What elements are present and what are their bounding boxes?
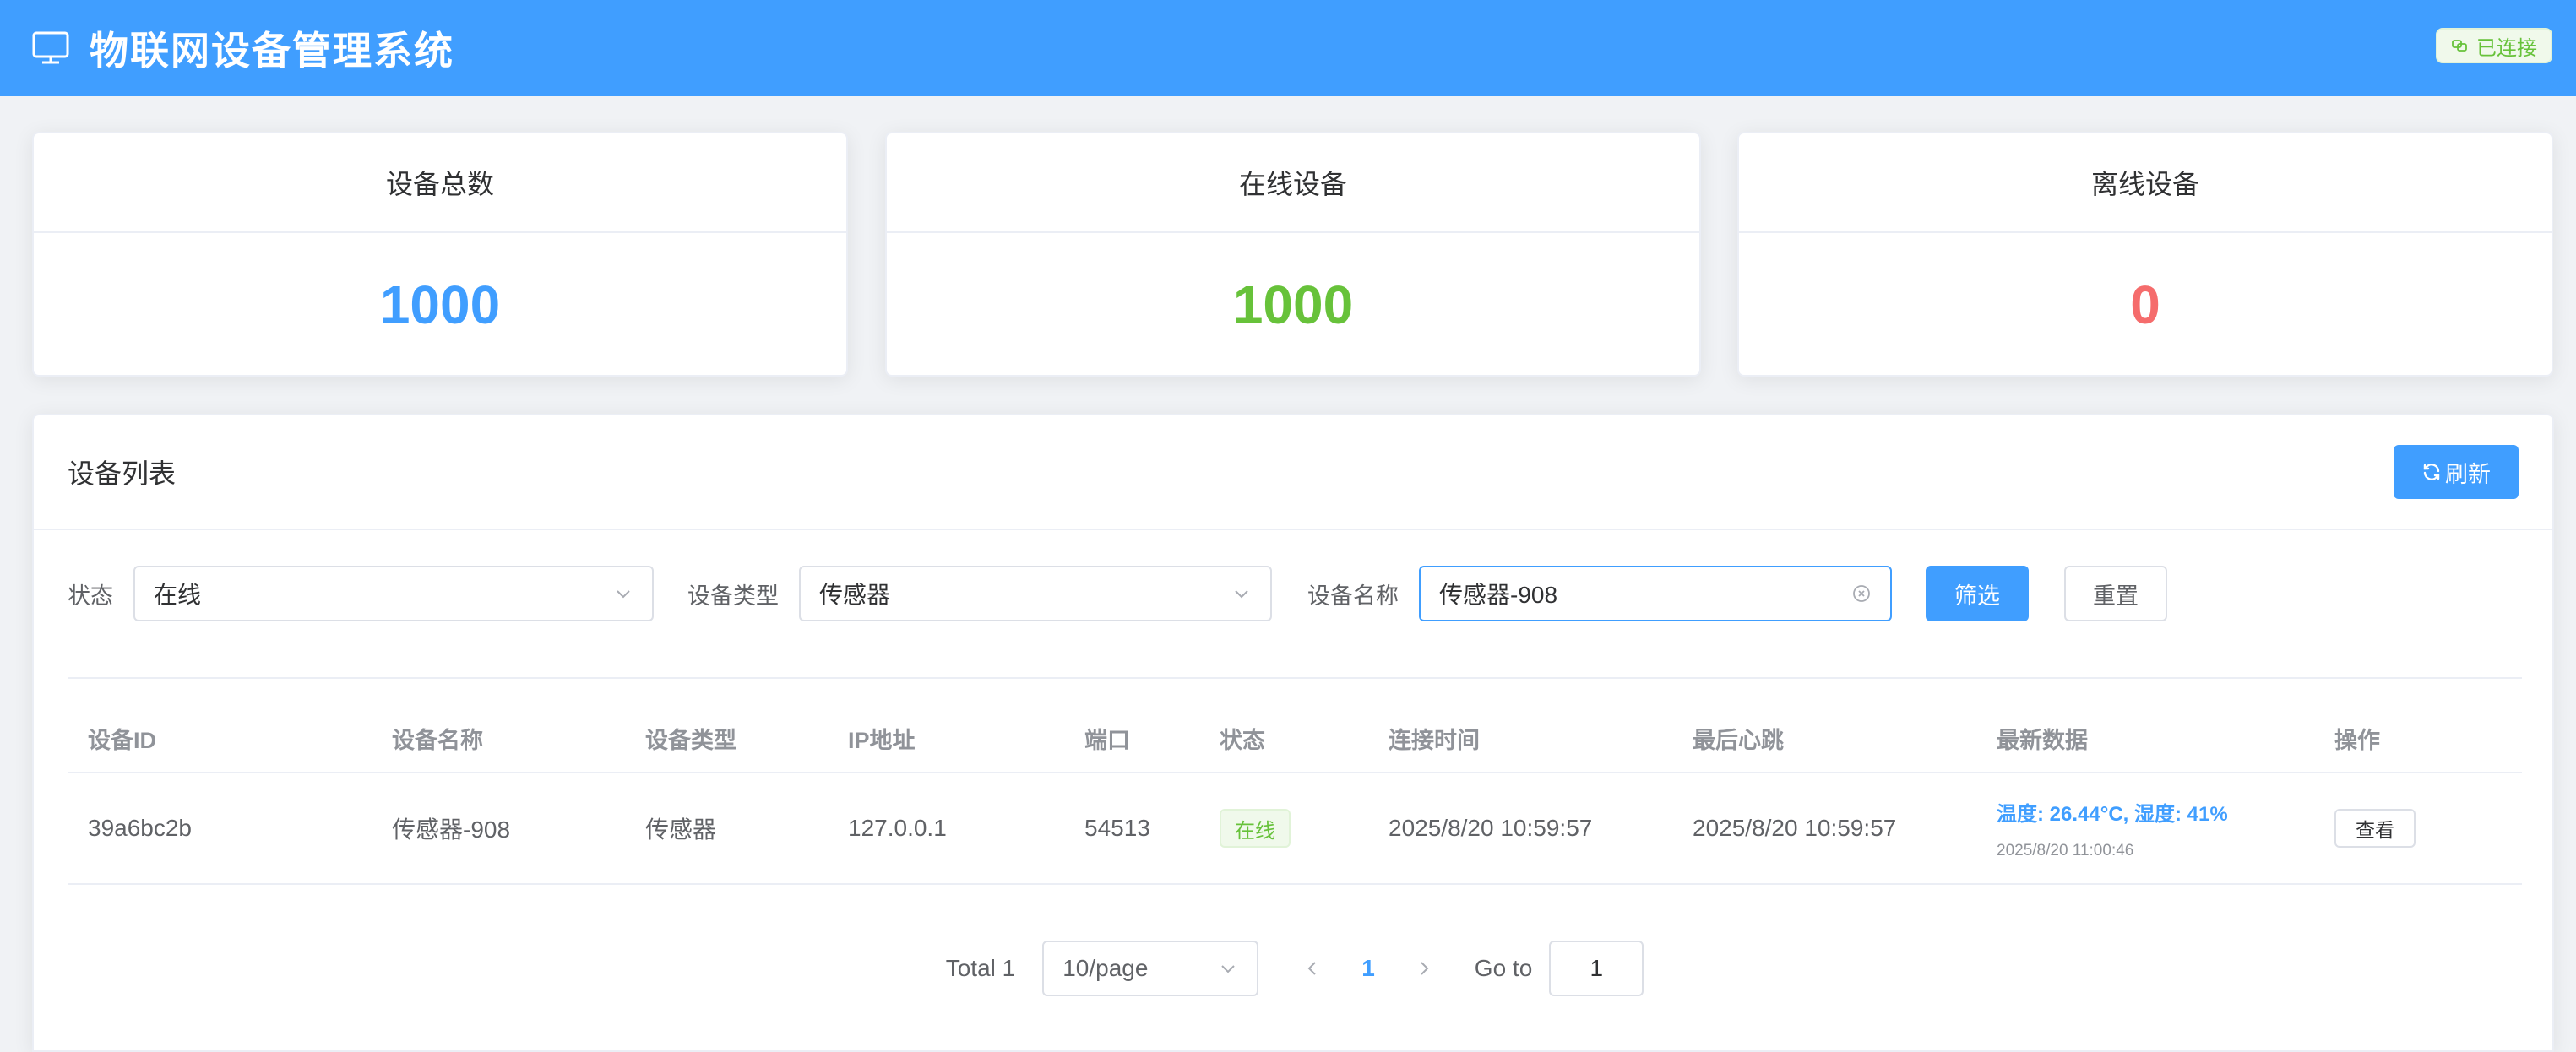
chevron-right-icon[interactable] [1414,958,1434,979]
name-filter-label: 设备名称 [1307,583,1399,609]
link-icon [2452,40,2467,52]
ip-cell: 127.0.0.1 [848,815,947,841]
goto-label: Go to [1474,955,1533,981]
refresh-icon [2423,464,2440,480]
chevron-down-icon [1235,590,1248,599]
port-cell: 54513 [1084,815,1150,841]
device-list-title: 设备列表 [68,458,177,489]
device-type-cell: 传感器 [645,816,717,843]
page-size-value: 10/page [1062,955,1149,981]
stat-value-total: 1000 [379,274,501,335]
column-header: 设备名称 [392,727,483,753]
page-number-current[interactable]: 1 [1361,955,1375,982]
type-select-value: 传感器 [819,582,891,608]
app-header: 物联网设备管理系统 已连接 [0,0,2576,96]
device-name-cell: 传感器-908 [392,816,511,843]
type-filter-label: 设备类型 [687,583,779,609]
column-header: 设备ID [88,727,156,753]
monitor-icon [32,31,69,64]
table-header-row: 设备ID 设备名称 设备类型 IP地址 端口 状态 连接时间 最后心跳 最新数据… [68,704,2522,773]
stat-card-online: 在线设备 1000 [885,132,1701,377]
column-header: 最后心跳 [1693,727,1784,753]
status-badge: 在线 [1220,809,1291,848]
status-select-value: 在线 [154,582,202,608]
table-row: 39a6bc2b 传感器-908 传感器 127.0.0.1 54513 在线 … [68,773,2522,885]
refresh-button[interactable]: 刷新 [2394,445,2519,499]
latest-data-value: 温度: 26.44°C, 湿度: 41% [1997,802,2228,826]
status-select[interactable]: 在线 [133,566,654,621]
filter-button[interactable]: 筛选 [1926,566,2029,621]
stat-value-offline: 0 [2130,274,2160,335]
stat-label-total: 设备总数 [34,133,846,233]
filter-bar: 状态 在线 设备类型 传感器 设备名称 传感器-908 筛选 重置 [68,566,2167,621]
connection-status-text: 已连接 [2476,36,2537,60]
column-header: IP地址 [848,727,916,753]
refresh-label: 刷新 [2445,461,2491,487]
column-header: 操作 [2334,727,2380,753]
column-header: 端口 [1084,727,1130,753]
heartbeat-cell: 2025/8/20 10:59:57 [1693,815,1897,841]
connection-status-badge: 已连接 [2436,28,2552,63]
status-cell: 在线 [1199,809,1368,848]
chevron-down-icon [1221,965,1235,973]
filter-divider [68,677,2522,679]
device-list-header: 设备列表 刷新 [34,415,2552,530]
device-id-cell: 39a6bc2b [88,815,193,841]
reset-button[interactable]: 重置 [2064,566,2167,621]
type-select[interactable]: 传感器 [799,566,1272,621]
goto-page-input[interactable]: 1 [1549,941,1644,996]
device-table: 设备ID 设备名称 设备类型 IP地址 端口 状态 连接时间 最后心跳 最新数据… [68,704,2522,885]
stat-label-offline: 离线设备 [1739,133,2552,233]
view-button[interactable]: 查看 [2334,809,2416,848]
column-header: 设备类型 [645,727,736,753]
connect-time-cell: 2025/8/20 10:59:57 [1389,815,1593,841]
total-count: Total 1 [945,955,1016,981]
device-list-panel: 设备列表 刷新 状态 在线 设备类型 传感器 设备名称 传感器-908 筛选 重… [32,414,2554,1052]
app-title: 物联网设备管理系统 [90,29,454,73]
stat-value-online: 1000 [1232,274,1354,335]
page-size-select[interactable]: 10/page [1042,941,1259,996]
clear-icon[interactable] [1851,583,1872,604]
column-header: 连接时间 [1389,727,1480,753]
latest-data-cell: 温度: 26.44°C, 湿度: 41% 2025/8/20 11:00:46 [1976,797,2314,860]
latest-data-time: 2025/8/20 11:00:46 [1997,841,2134,859]
column-header: 状态 [1220,727,1265,753]
stat-card-total: 设备总数 1000 [32,132,848,377]
column-header: 最新数据 [1997,727,2088,753]
device-name-input[interactable]: 传感器-908 [1419,566,1892,621]
stat-card-offline: 离线设备 0 [1737,132,2553,377]
chevron-down-icon [617,590,630,599]
action-cell: 查看 [2314,809,2522,848]
stat-label-online: 在线设备 [887,133,1699,233]
pagination: Total 1 10/page 1 Go to 1 [34,941,2556,996]
device-name-input-value: 传感器-908 [1439,582,1558,608]
chevron-left-icon[interactable] [1302,958,1323,979]
status-filter-label: 状态 [68,583,113,609]
